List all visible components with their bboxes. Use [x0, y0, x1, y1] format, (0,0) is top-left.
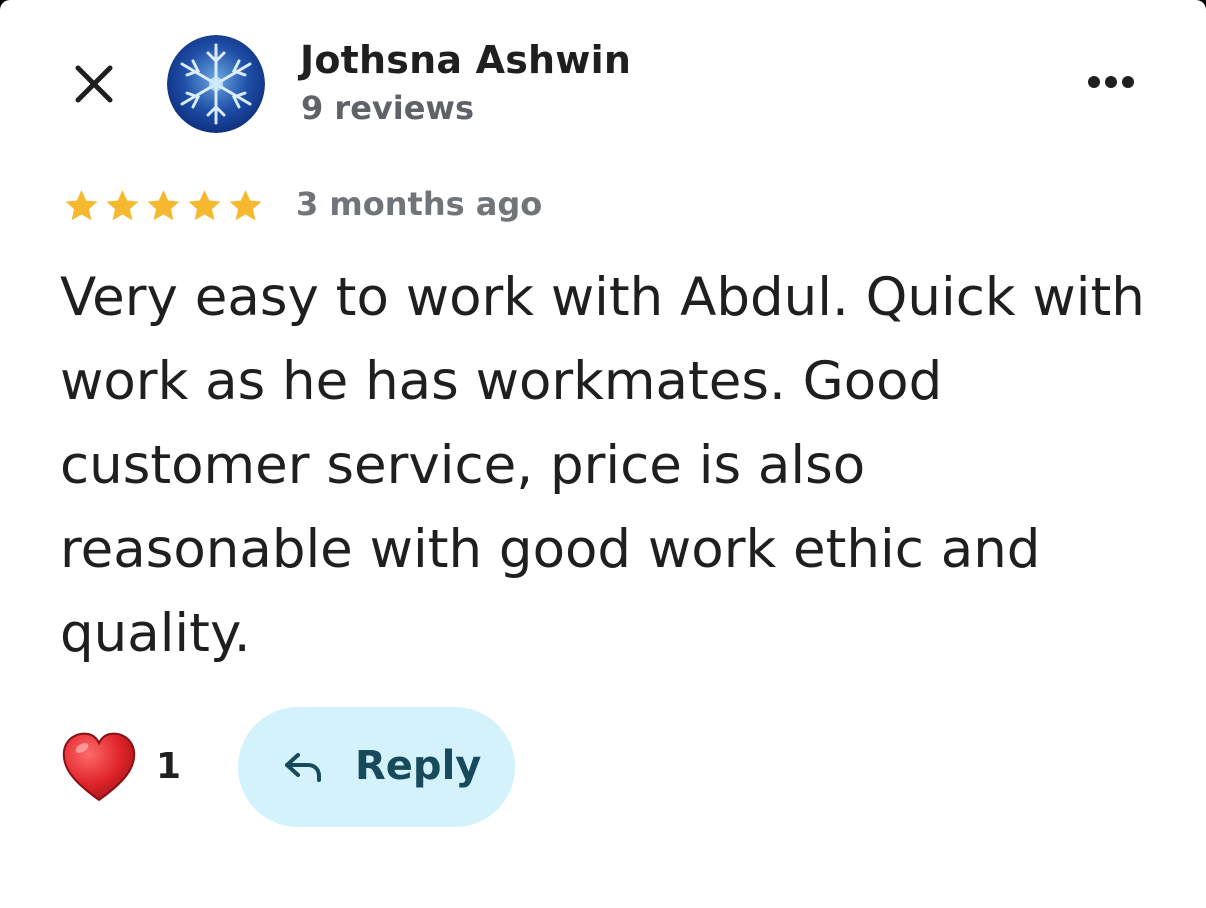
like-button[interactable]: 1 — [60, 728, 200, 808]
reply-label: Reply — [355, 743, 482, 789]
star-rating — [62, 184, 265, 228]
review-time: 3 months ago — [296, 185, 543, 223]
heart-icon — [62, 732, 136, 802]
avatar[interactable] — [167, 35, 265, 133]
review-sheet: Jothsna Ashwin 9 reviews 3 months ago Ve… — [0, 0, 1206, 908]
like-count: 1 — [156, 746, 182, 787]
reply-arrow-icon — [285, 753, 321, 782]
author-name[interactable]: Jothsna Ashwin — [300, 38, 631, 82]
author-review-count[interactable]: 9 reviews — [301, 89, 474, 127]
close-button[interactable] — [66, 56, 122, 112]
more-horizontal-icon — [1088, 76, 1134, 88]
star-icon — [65, 190, 98, 221]
more-options-button[interactable] — [1080, 62, 1144, 102]
review-text: Very easy to work with Abdul. Quick with… — [60, 267, 1145, 664]
close-icon — [75, 65, 113, 103]
star-icon — [147, 190, 180, 221]
star-icon — [188, 190, 221, 221]
reply-button[interactable]: Reply — [238, 707, 515, 827]
star-icon — [106, 190, 139, 221]
star-icon — [229, 190, 262, 221]
snowflake-avatar-icon — [167, 35, 265, 133]
